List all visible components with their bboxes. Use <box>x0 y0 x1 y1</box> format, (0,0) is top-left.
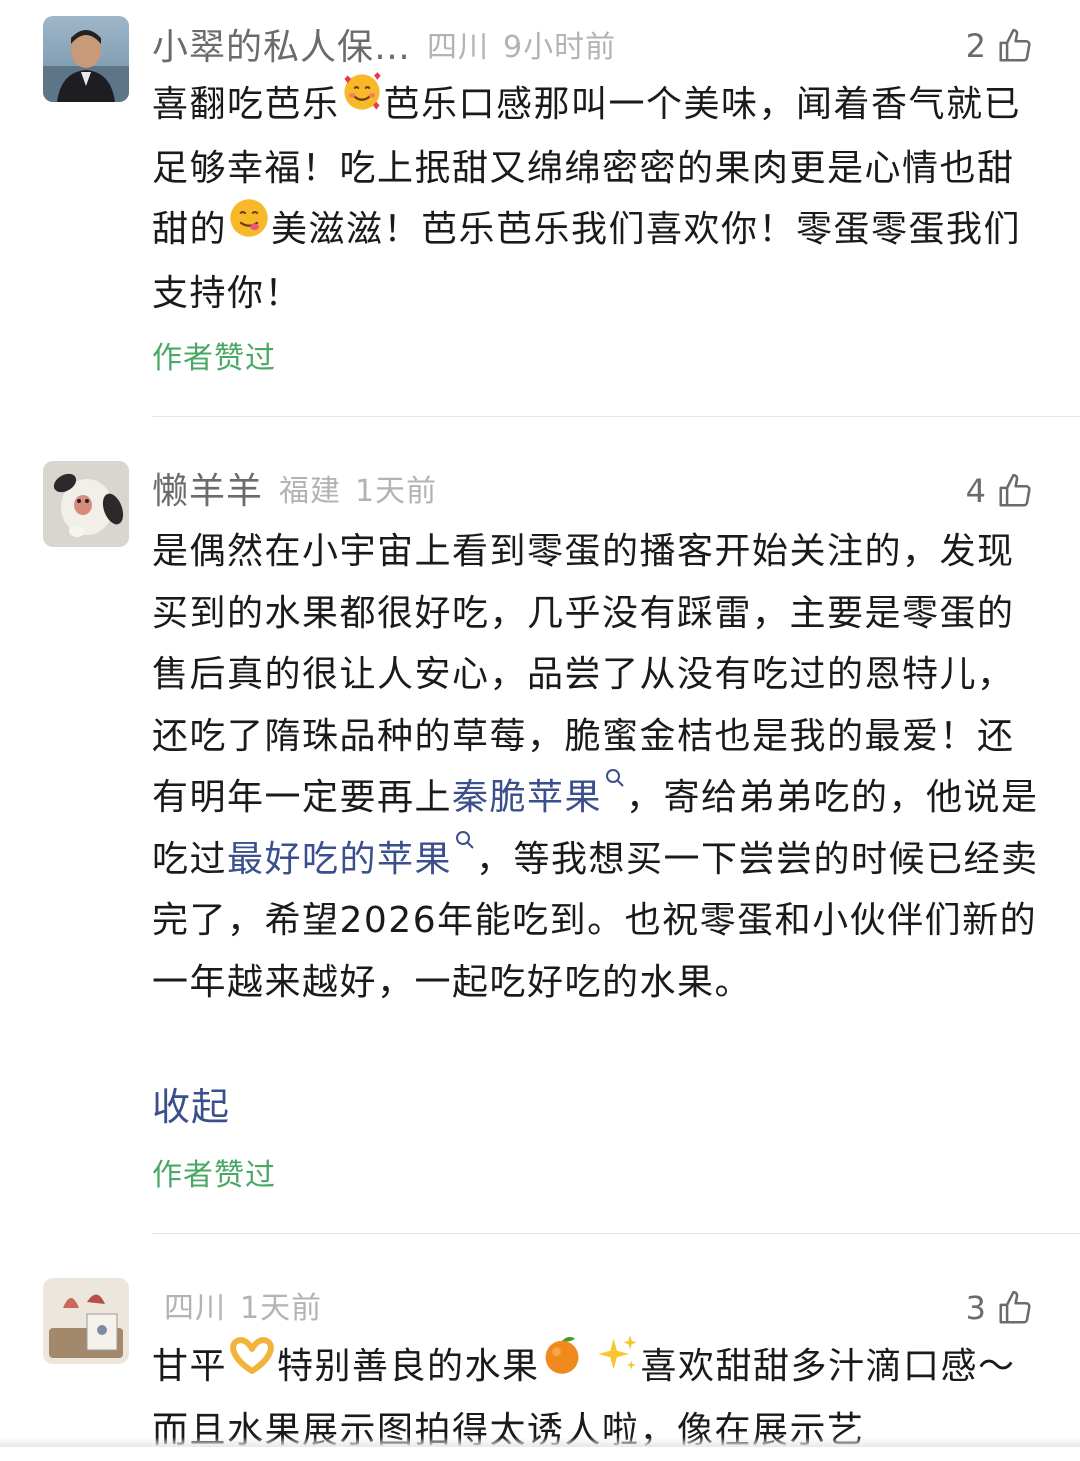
comment-text-segment: 是偶然在小宇宙上看到零蛋的播客开始关注的，发现买到的水果都很好吃，几乎没有踩雷，… <box>152 531 1015 818</box>
search-link-label: 秦脆苹果 <box>452 777 603 818</box>
comment-location: 福建 <box>279 474 342 509</box>
comment-text-segment: 甘平 <box>152 1346 228 1387</box>
like-count: 3 <box>965 1289 986 1327</box>
search-link[interactable]: 最好吃的苹果 <box>227 830 476 880</box>
sparkles-icon <box>596 1332 640 1396</box>
search-link-label: 最好吃的苹果 <box>227 838 453 880</box>
bottom-edge-shadow <box>0 1437 1080 1447</box>
thumbs-up-icon <box>999 28 1031 62</box>
comment-text: 喜翻吃芭乐 芭乐口感那叫一个美味，闻着香气就已足够幸福！吃上抿甜又绵绵密密的果肉更… <box>152 72 1042 325</box>
commenter-name[interactable]: 小翠的私人保… <box>152 18 411 70</box>
thumbs-up-icon <box>999 473 1031 507</box>
collapse-button[interactable]: 收起 <box>152 1076 230 1131</box>
search-link[interactable]: 秦脆苹果 <box>452 769 626 818</box>
search-icon <box>456 830 474 849</box>
author-liked-label: 作者赞过 <box>152 341 276 376</box>
divider <box>152 1233 1080 1234</box>
like-button[interactable]: 4 <box>966 466 1034 516</box>
comment-text-segment: 特别善良的水果 <box>277 1346 540 1387</box>
comment-time: 9小时前 <box>503 30 617 65</box>
like-count: 4 <box>965 472 986 510</box>
comment-location: 四川 <box>427 30 490 65</box>
comment-text: 是偶然在小宇宙上看到零蛋的播客开始关注的，发现买到的水果都很好吃，几乎没有踩雷，… <box>152 521 1042 1013</box>
divider <box>152 416 1080 417</box>
comment-meta: 懒羊羊 福建 1天前 <box>152 463 437 513</box>
tangerine-icon <box>540 1332 584 1396</box>
comment-text-segment: 喜翻吃芭乐 <box>152 84 340 125</box>
comment-time: 1天前 <box>240 1291 323 1326</box>
avatar[interactable] <box>43 461 129 547</box>
comment-meta: 四川 1天前 <box>148 1280 322 1330</box>
comment-meta: 小翠的私人保… 四川 9小时前 <box>152 19 616 69</box>
comment-time: 1天前 <box>355 474 438 509</box>
face-savoring-food-icon <box>227 196 271 260</box>
avatar[interactable] <box>43 1278 129 1364</box>
thumbs-up-icon <box>999 1290 1031 1324</box>
smiling-face-with-hearts-icon <box>340 70 384 134</box>
avatar[interactable] <box>43 16 129 102</box>
author-liked-label: 作者赞过 <box>152 1158 276 1193</box>
comment-location: 四川 <box>164 1291 226 1326</box>
comment-text-segment: 美滋滋！芭乐芭乐我们喜欢你！零蛋零蛋我们支持你！ <box>152 209 1022 314</box>
like-button[interactable]: 2 <box>966 21 1034 71</box>
search-icon <box>606 769 624 787</box>
like-button[interactable]: 3 <box>966 1283 1034 1333</box>
commenter-name[interactable]: 懒羊羊 <box>152 462 263 514</box>
like-count: 2 <box>965 27 986 65</box>
heart-hands-icon <box>227 1333 277 1395</box>
